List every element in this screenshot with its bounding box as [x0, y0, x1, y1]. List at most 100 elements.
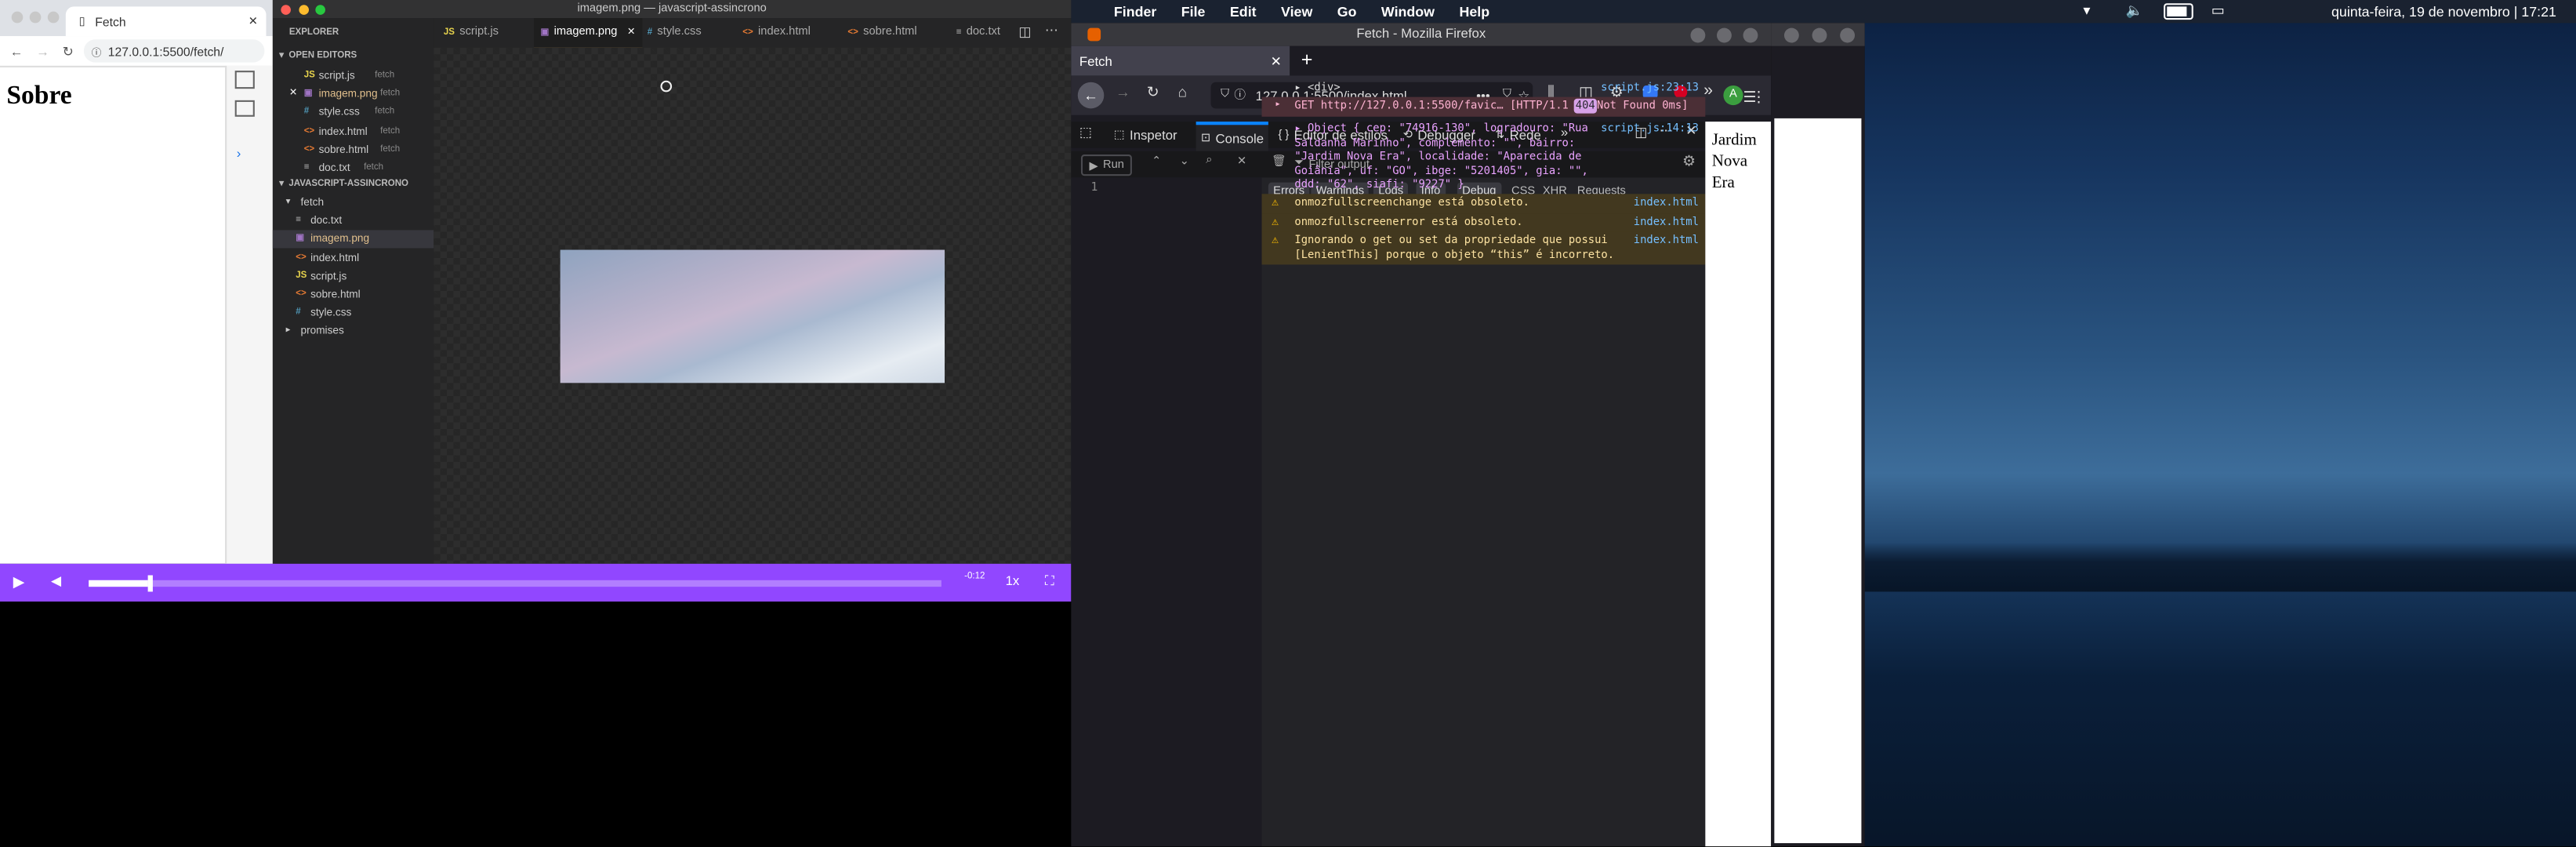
- tab-doc-txt[interactable]: ≡ doc.txt: [956, 18, 1000, 48]
- run-button[interactable]: ▶ Run: [1080, 154, 1133, 176]
- tab-script-js[interactable]: JS script.js: [444, 18, 499, 48]
- console-message[interactable]: ▸ <div> script.js:23:13: [1261, 79, 1705, 98]
- menu-window[interactable]: Window: [1381, 3, 1435, 20]
- console-message[interactable]: ⚠ onmozfullscreenerror está obsoleto. inde…: [1261, 213, 1706, 233]
- menu-help[interactable]: Help: [1459, 3, 1489, 20]
- new-tab-icon[interactable]: +: [1301, 48, 1313, 71]
- tree-file[interactable]: ▣ imagem.png: [272, 231, 434, 249]
- tree-folder[interactable]: ▾ fetch: [273, 194, 434, 212]
- console-message[interactable]: ⚠ Ignorando o get ou set da propriedade q…: [1261, 231, 1706, 265]
- maximize-icon[interactable]: [1812, 27, 1827, 43]
- tab-index-html[interactable]: <> index.html: [742, 18, 811, 48]
- screen: Finder File Edit View Go Window Help ▾ 🔈…: [0, 0, 2576, 847]
- play-icon[interactable]: ▶: [13, 573, 25, 591]
- tree-file[interactable]: # style.css: [273, 304, 434, 322]
- clock[interactable]: quinta-feira, 19 de novembro | 17:21: [2331, 3, 2556, 20]
- chrome-tab[interactable]: ▯ Fetch ✕: [65, 6, 267, 37]
- volume-icon[interactable]: 🔈: [2126, 2, 2143, 20]
- open-editor-item[interactable]: <> index.html fetch: [273, 122, 434, 140]
- speed-button[interactable]: 1x: [1006, 573, 1020, 588]
- minimize-icon[interactable]: [1690, 27, 1706, 43]
- open-editor-item[interactable]: JS script.js fetch: [273, 67, 434, 85]
- menu-file[interactable]: File: [1181, 3, 1206, 20]
- close-tab-icon[interactable]: ✕: [1271, 53, 1282, 68]
- console-source-link[interactable]: script.js:23:13: [1601, 81, 1699, 95]
- console-source-link[interactable]: index.html: [1634, 216, 1699, 230]
- forward-icon[interactable]: →: [36, 44, 49, 59]
- second-window-page: [1774, 118, 1862, 844]
- close-dot-icon[interactable]: [281, 5, 291, 15]
- device-toolbar-icon[interactable]: [234, 100, 255, 117]
- devtools-tab-0[interactable]: ⬚ Inspetor: [1114, 122, 1177, 148]
- seek-track[interactable]: [89, 575, 942, 592]
- tree-file[interactable]: <> index.html: [273, 249, 434, 267]
- console-editor[interactable]: 1: [1071, 177, 1262, 847]
- close-icon[interactable]: [1743, 27, 1758, 43]
- tree-file[interactable]: <> sobre.html: [273, 286, 434, 304]
- tab-imagem-png[interactable]: ▣ imagem.png ✕: [534, 18, 642, 49]
- menu-view[interactable]: View: [1281, 3, 1312, 20]
- console-source-link[interactable]: script.js:14:13: [1601, 122, 1699, 136]
- open-editor-item[interactable]: # style.css fetch: [273, 104, 434, 122]
- devtools-tab-label: Inspetor: [1130, 127, 1177, 143]
- home-icon[interactable]: ⌂: [1178, 84, 1187, 100]
- console-message[interactable]: ▸ Object { cep: "74916-130", logradouro:…: [1261, 120, 1705, 194]
- console-source-link[interactable]: index.html: [1634, 195, 1699, 209]
- seek-handle[interactable]: [148, 575, 154, 592]
- open-editor-item[interactable]: ≡ doc.txt fetch: [273, 159, 434, 177]
- project-header[interactable]: ▾ JAVASCRIPT-ASSINCRONO: [279, 176, 440, 194]
- console-message[interactable]: ⚠ onmozfullscreenchange está obsoleto. ind…: [1261, 194, 1706, 213]
- close-tab-icon[interactable]: ✕: [249, 15, 258, 28]
- close-dot-icon[interactable]: [11, 11, 24, 24]
- dropdown-icon[interactable]: ▾: [2083, 2, 2090, 20]
- console-message[interactable]: ▸ GET http://127.0.0.1:5500/favic… [HTTP/…: [1261, 96, 1706, 116]
- close-tab-icon[interactable]: ✕: [627, 28, 636, 38]
- volume-icon[interactable]: ◀: [51, 573, 61, 588]
- open-editor-item[interactable]: ✕ ▣ imagem.png fetch: [273, 85, 434, 104]
- more-actions-icon[interactable]: ⋯: [1045, 23, 1058, 38]
- close-icon[interactable]: [1840, 27, 1856, 43]
- close-icon[interactable]: ✕: [289, 85, 298, 104]
- inspect-icon[interactable]: [234, 71, 255, 89]
- back-icon[interactable]: ←: [10, 44, 24, 59]
- pick-element-icon[interactable]: ⬚: [1079, 125, 1092, 140]
- minimize-dot-icon[interactable]: [29, 11, 42, 24]
- menu-edit[interactable]: Edit: [1230, 3, 1257, 20]
- minimize-icon[interactable]: [1783, 27, 1799, 43]
- tab-sobre-html[interactable]: <> sobre.html: [847, 18, 916, 48]
- menu-go[interactable]: Go: [1337, 3, 1357, 20]
- open-editors-header[interactable]: ▾ OPEN EDITORS: [279, 48, 440, 66]
- open-editor-item[interactable]: <> sobre.html fetch: [273, 141, 434, 159]
- firefox-tab[interactable]: Fetch ✕: [1071, 45, 1290, 76]
- menu-finder[interactable]: Finder: [1114, 3, 1156, 20]
- zoom-dot-icon[interactable]: [315, 5, 325, 15]
- tree-folder[interactable]: ▸ promises: [273, 323, 434, 341]
- project-label: JAVASCRIPT-ASSINCRONO: [288, 179, 409, 190]
- history-down-icon[interactable]: ⌄: [1180, 154, 1189, 168]
- search-icon[interactable]: ⌕: [1206, 154, 1212, 168]
- tree-file[interactable]: JS script.js: [273, 267, 434, 285]
- airplay-icon[interactable]: ▭: [2211, 2, 2225, 20]
- hamburger-menu-icon[interactable]: ☰: [1743, 89, 1757, 107]
- close-editor-icon[interactable]: ✕: [1237, 154, 1246, 168]
- forward-icon[interactable]: →: [1116, 84, 1130, 100]
- maximize-icon[interactable]: [1717, 27, 1732, 43]
- fullscreen-icon[interactable]: ⛶: [1045, 573, 1054, 590]
- firefox-tabbar: Fetch ✕ +: [1071, 45, 1772, 76]
- expand-icon[interactable]: ›: [237, 147, 241, 162]
- address-bar[interactable]: ⓘ 127.0.0.1:5500/fetch/: [83, 39, 264, 63]
- expand-icon[interactable]: ▸: [1275, 99, 1281, 113]
- avatar[interactable]: A: [1723, 85, 1743, 106]
- devtools-tab-1[interactable]: ⊡ Console: [1195, 122, 1269, 151]
- back-icon[interactable]: ←: [1077, 82, 1105, 109]
- battery-icon[interactable]: [2164, 3, 2193, 20]
- minimize-dot-icon[interactable]: [299, 5, 309, 15]
- tab-style-css[interactable]: # style.css: [648, 18, 702, 48]
- zoom-dot-icon[interactable]: [47, 11, 60, 24]
- reload-icon[interactable]: ↻: [63, 44, 74, 59]
- reload-icon[interactable]: ↻: [1147, 84, 1159, 102]
- history-up-icon[interactable]: ⌃: [1152, 154, 1161, 168]
- split-editor-icon[interactable]: ◫: [1018, 24, 1031, 39]
- console-source-link[interactable]: index.html: [1634, 234, 1699, 248]
- tree-file[interactable]: ≡ doc.txt: [273, 213, 434, 231]
